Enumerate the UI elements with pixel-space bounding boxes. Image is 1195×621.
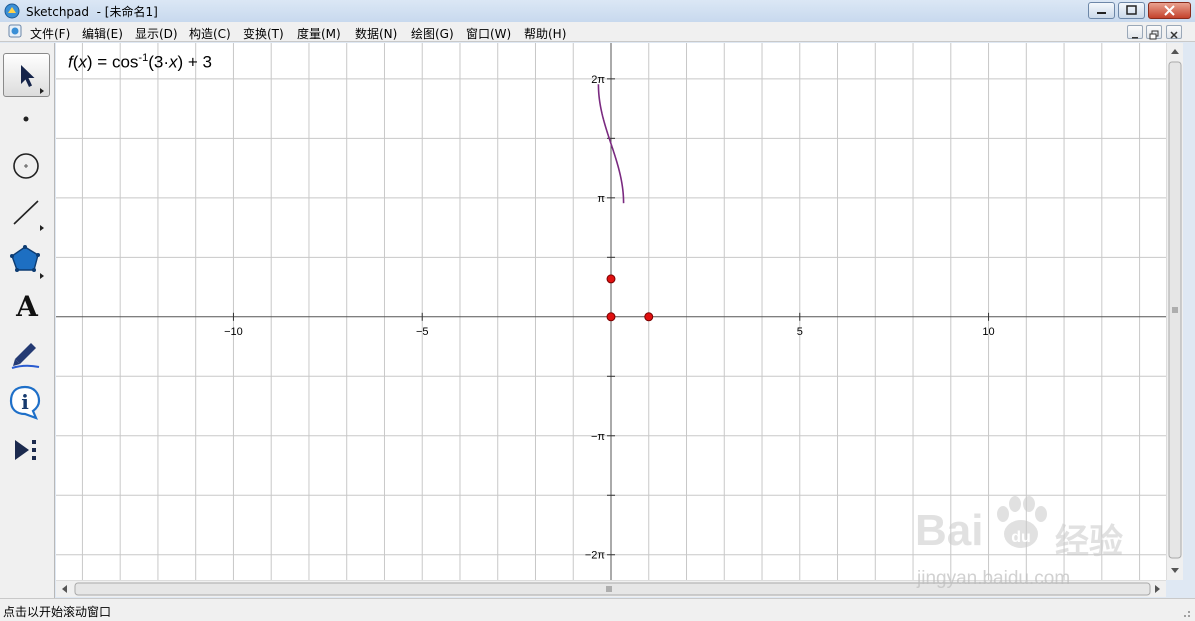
arrow-select-tool[interactable] bbox=[3, 53, 50, 97]
arrow-icon bbox=[21, 65, 44, 94]
sketch-canvas[interactable]: −10 −5 5 10 2π π −π −2π f(x) = cos-1(3·x) + 3 bbox=[56, 43, 1166, 580]
minimize-button[interactable] bbox=[1088, 2, 1115, 19]
menu-display[interactable]: 显示(D) bbox=[135, 25, 178, 42]
document-icon[interactable] bbox=[8, 24, 22, 38]
information-tool[interactable]: i bbox=[3, 380, 50, 424]
coordinate-graph[interactable]: −10 −5 5 10 2π π −π −2π bbox=[56, 43, 1166, 580]
straightedge-tool[interactable] bbox=[3, 191, 50, 235]
function-superscript: -1 bbox=[138, 52, 149, 64]
x-tick-label: 10 bbox=[982, 326, 994, 338]
window-title: Sketchpad - [未命名1] bbox=[26, 5, 158, 19]
menu-file[interactable]: 文件(F) bbox=[30, 25, 70, 42]
close-icon bbox=[1164, 5, 1175, 16]
circle-icon bbox=[13, 153, 39, 179]
menu-help[interactable]: 帮助(H) bbox=[524, 25, 566, 42]
status-text: 点击以开始滚动窗口 bbox=[3, 605, 112, 619]
vertical-scrollbar[interactable] bbox=[1166, 43, 1183, 580]
polygon-tool[interactable] bbox=[3, 239, 50, 283]
function-name: f bbox=[68, 52, 73, 72]
compass-tool[interactable] bbox=[3, 145, 50, 189]
restore-icon bbox=[1126, 5, 1137, 15]
y-tick-label: −π bbox=[591, 431, 605, 443]
segment-icon bbox=[13, 200, 44, 231]
menu-construct[interactable]: 构造(C) bbox=[189, 25, 231, 42]
function-var: x bbox=[78, 52, 87, 72]
menu-window[interactable]: 窗口(W) bbox=[466, 25, 511, 42]
menu-edit[interactable]: 编辑(E) bbox=[82, 25, 123, 42]
point-icon bbox=[23, 116, 29, 122]
custom-tool[interactable] bbox=[3, 428, 50, 472]
function-label[interactable]: f(x) = cos-1(3·x) + 3 bbox=[68, 52, 212, 73]
graph-point[interactable] bbox=[606, 274, 616, 284]
y-tick-label: π bbox=[597, 193, 605, 205]
function-arg-open: (3· bbox=[148, 52, 169, 72]
horizontal-scrollbar-graphic bbox=[62, 582, 1160, 596]
menu-graph[interactable]: 绘图(G) bbox=[411, 25, 454, 42]
info-icon: i bbox=[9, 385, 41, 420]
minimize-icon bbox=[1097, 12, 1106, 14]
minimize-icon bbox=[1132, 37, 1138, 39]
menu-number[interactable]: 数据(N) bbox=[355, 25, 397, 42]
toolbox: A i bbox=[0, 43, 55, 598]
x-tick-label: −5 bbox=[416, 326, 429, 338]
mdi-close-button[interactable] bbox=[1166, 25, 1182, 39]
x-tick-label: 5 bbox=[797, 326, 803, 338]
svg-text:i: i bbox=[21, 390, 29, 414]
restore-icon bbox=[1149, 30, 1159, 40]
horizontal-scrollbar[interactable] bbox=[56, 580, 1166, 597]
sketchpad-app-icon bbox=[4, 3, 20, 19]
vertical-scrollbar-graphic bbox=[1168, 49, 1182, 573]
menu-transform[interactable]: 变换(T) bbox=[243, 25, 284, 42]
graph-point[interactable] bbox=[606, 312, 616, 322]
point-tool[interactable] bbox=[3, 97, 50, 141]
status-bar: 点击以开始滚动窗口 bbox=[0, 598, 1195, 621]
text-tool[interactable]: A bbox=[3, 286, 50, 330]
menu-bar: 文件(F) 编辑(E) 显示(D) 构造(C) 变换(T) 度量(M) 数据(N… bbox=[0, 22, 1195, 42]
marker-tool[interactable] bbox=[3, 333, 50, 377]
resize-grip-icon[interactable] bbox=[1180, 607, 1192, 619]
function-arg-close: ) + 3 bbox=[177, 52, 212, 72]
restore-button[interactable] bbox=[1118, 2, 1145, 19]
x-tick-label: −10 bbox=[224, 326, 243, 338]
close-icon bbox=[1170, 31, 1178, 39]
close-button[interactable] bbox=[1148, 2, 1191, 19]
mdi-minimize-button[interactable] bbox=[1127, 25, 1143, 39]
title-bar: Sketchpad - [未命名1] bbox=[0, 0, 1195, 22]
pentagon-icon bbox=[10, 245, 44, 279]
marker-icon bbox=[11, 343, 40, 369]
y-tick-label: 2π bbox=[591, 74, 605, 86]
menu-measure[interactable]: 度量(M) bbox=[297, 25, 341, 42]
y-tick-label: −2π bbox=[585, 550, 606, 562]
play-more-icon bbox=[15, 440, 36, 460]
graph-point[interactable] bbox=[644, 312, 654, 322]
mdi-restore-button[interactable] bbox=[1146, 25, 1162, 40]
text-a-icon: A bbox=[16, 290, 38, 323]
function-rhs-prefix: = cos bbox=[92, 52, 139, 72]
